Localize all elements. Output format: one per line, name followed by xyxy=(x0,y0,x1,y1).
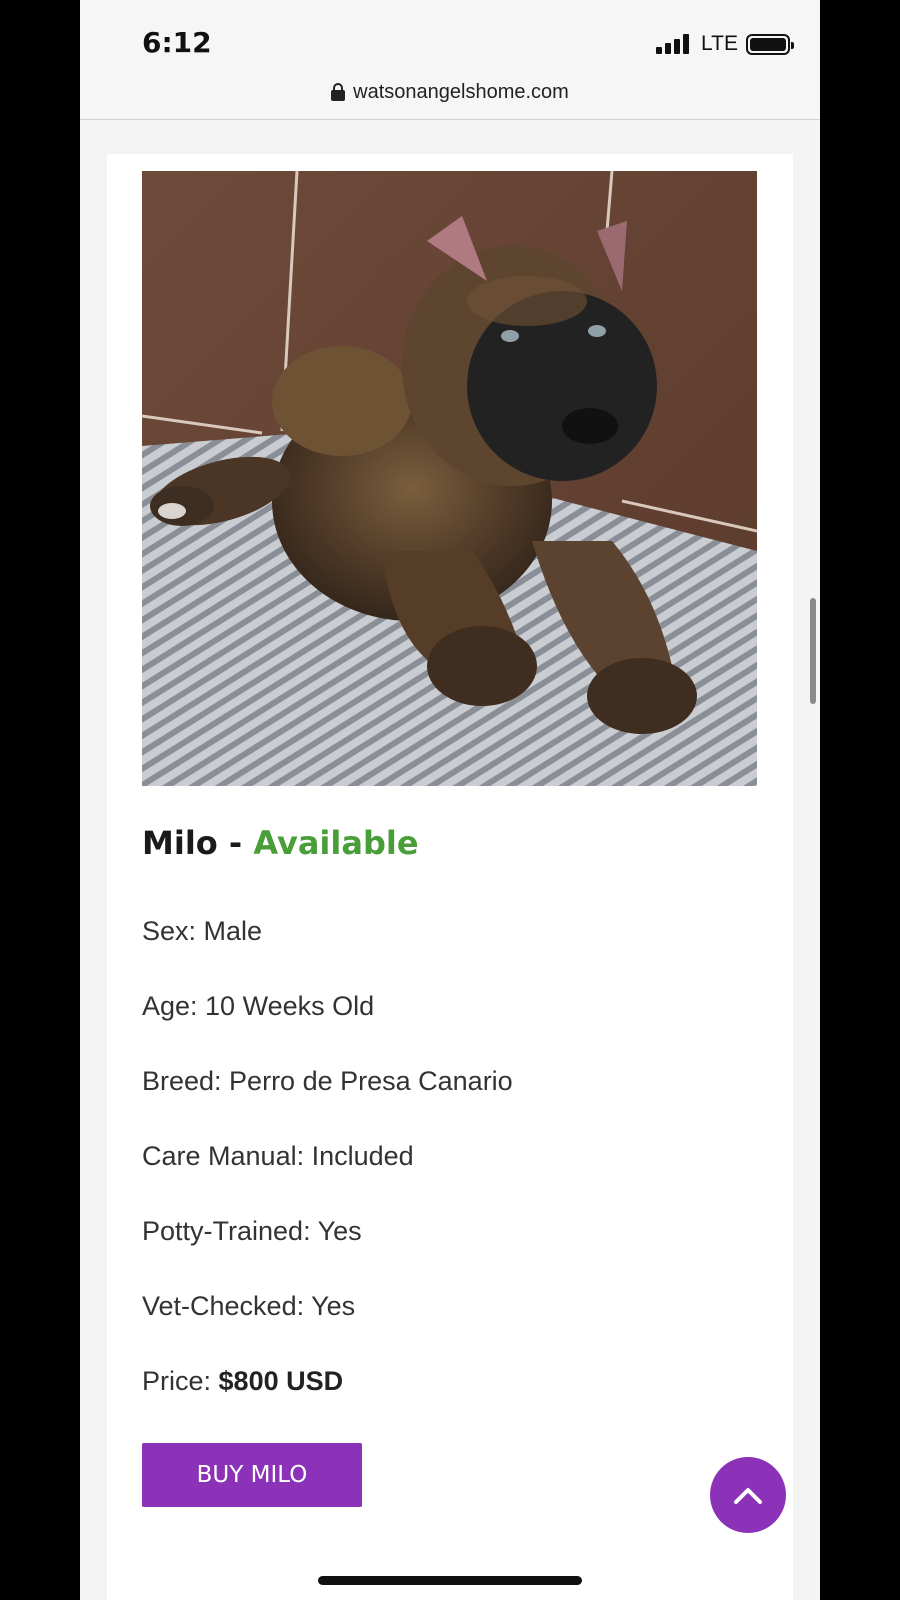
puppy-title: Milo - Available xyxy=(142,824,419,862)
chevron-up-icon xyxy=(734,1488,762,1504)
puppy-name: Milo - xyxy=(142,824,254,862)
detail-care-manual: Care Manual: Included xyxy=(142,1141,414,1171)
network-type: LTE xyxy=(701,32,738,55)
price-value: $800 USD xyxy=(218,1366,344,1396)
puppy-card: Milo - Available Sex: Male Age: 10 Weeks… xyxy=(107,154,793,1600)
detail-vet-checked: Vet-Checked: Yes xyxy=(142,1291,356,1321)
buy-button[interactable]: BUY MILO xyxy=(142,1443,362,1507)
battery-icon xyxy=(746,33,794,55)
puppy-photo xyxy=(142,171,757,786)
detail-price: Price: $800 USD xyxy=(142,1366,343,1397)
detail-age: Age: 10 Weeks Old xyxy=(142,991,375,1021)
phone-screen: 6:12 LTE watsonangelshome.com Milo - Ava… xyxy=(80,0,820,1600)
lock-icon xyxy=(331,83,346,101)
detail-sex: Sex: Male xyxy=(142,916,263,946)
detail-breed: Breed: Perro de Presa Canario xyxy=(142,1066,513,1096)
signal-icon xyxy=(656,34,690,54)
scrollbar[interactable] xyxy=(810,598,816,704)
status-indicators: LTE xyxy=(656,32,794,56)
price-label: Price: xyxy=(142,1366,219,1396)
status-time: 6:12 xyxy=(142,26,212,59)
scroll-to-top-button[interactable] xyxy=(710,1457,786,1533)
address-bar[interactable]: watsonangelshome.com xyxy=(80,76,820,108)
detail-potty-trained: Potty-Trained: Yes xyxy=(142,1216,362,1246)
url-text[interactable]: watsonangelshome.com xyxy=(353,81,569,104)
home-indicator[interactable] xyxy=(318,1576,582,1585)
status-bar: 6:12 LTE watsonangelshome.com xyxy=(80,0,820,120)
availability-status: Available xyxy=(253,824,419,862)
